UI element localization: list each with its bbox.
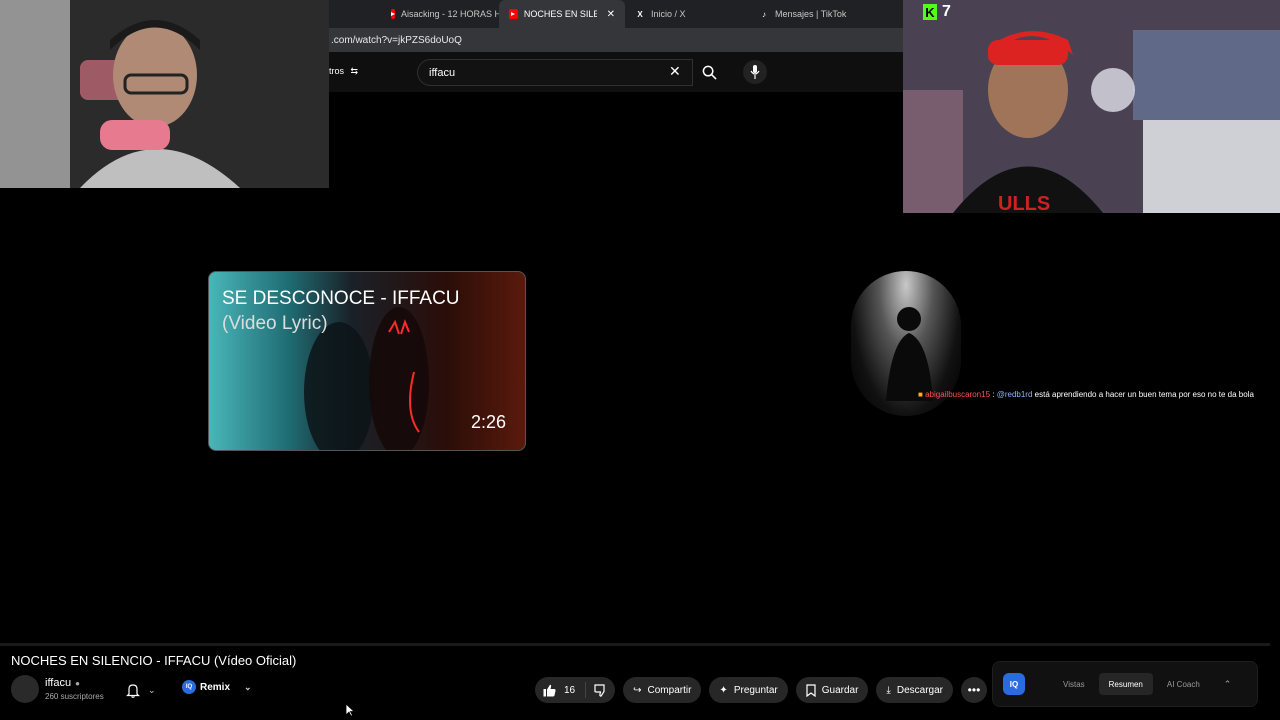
remix-button[interactable]: IQ Remix ⌄	[182, 680, 252, 694]
sliders-icon: ⇆	[350, 66, 359, 76]
tab-vistas[interactable]: Vistas	[1053, 673, 1095, 695]
filters-button[interactable]: tros ⇆	[329, 66, 358, 77]
extension-panel: IQ Vistas Resumen AI Coach ⌃	[992, 661, 1258, 707]
thumbs-up-icon	[543, 684, 556, 696]
chevron-down-icon: ⌄	[244, 681, 252, 692]
video-title: NOCHES EN SILENCIO - IFFACU (Vídeo Ofici…	[11, 653, 297, 668]
more-options-button[interactable]: •••	[960, 677, 987, 703]
ask-label: Preguntar	[733, 684, 778, 696]
tab-label: Inicio / X	[651, 9, 686, 19]
download-icon: ⤓	[886, 684, 891, 696]
browser-tab-1[interactable]: Aisacking - 12 HORAS HA	[381, 0, 499, 28]
chevron-up-icon[interactable]: ⌃	[1224, 679, 1232, 690]
tab-label: NOCHES EN SILENCIO	[523, 9, 597, 19]
more-icon: •••	[967, 683, 981, 697]
share-icon: ↪	[633, 684, 642, 696]
webcam-scene: ULLS	[903, 0, 1280, 213]
x-icon: X	[637, 9, 643, 19]
chat-message: ■ abigailbuscaron15 : @redb1rd está apre…	[918, 388, 1268, 401]
tab-ai-coach[interactable]: AI Coach	[1157, 673, 1210, 695]
kick-viewer-badge: K 7	[923, 3, 951, 21]
tab-label: Mensajes | TikTok	[775, 9, 847, 19]
video-thumbnail[interactable]: SE DESCONOCE - IFFACU (Video Lyric) 2:26	[208, 271, 526, 451]
share-button[interactable]: ↪ Compartir	[623, 677, 702, 703]
viewer-count: 7	[942, 3, 951, 20]
dislike-button[interactable]	[586, 683, 615, 697]
channel-name[interactable]: iffacu	[45, 677, 71, 689]
microphone-icon	[750, 65, 760, 79]
chat-mention: @redb1rd	[996, 390, 1033, 399]
address-bar[interactable]: .com/watch?v=jkPZS6doUoQ	[329, 28, 903, 52]
video-progress-bar[interactable]	[0, 643, 1270, 646]
search-input[interactable]: iffacu	[417, 59, 693, 86]
browser-tab-bar: Aisacking - 12 HORAS HA NOCHES EN SILENC…	[329, 0, 903, 28]
like-dislike-group: 16	[535, 677, 616, 703]
chat-username: abigailbuscaron15	[925, 390, 991, 399]
close-icon[interactable]: ✕	[607, 9, 615, 20]
browser-tab-3[interactable]: X Inicio / X	[625, 0, 749, 28]
search-value: iffacu	[429, 66, 456, 79]
thumbnail-subtitle: (Video Lyric)	[222, 313, 328, 334]
chat-badge-icon: ■	[918, 390, 923, 399]
webcam-scene	[0, 0, 329, 188]
tab-resumen[interactable]: Resumen	[1098, 673, 1153, 695]
browser-tab-2[interactable]: NOCHES EN SILENCIO ✕	[499, 0, 625, 28]
svg-text:ULLS: ULLS	[998, 193, 1050, 213]
video-actions: 16 ↪ Compartir ✦ Preguntar Guardar ⤓ Des…	[535, 677, 987, 703]
search-icon	[702, 65, 717, 80]
channel-avatar[interactable]	[11, 675, 39, 703]
iq-icon: IQ	[182, 680, 196, 694]
kick-logo-icon: K	[923, 4, 937, 20]
chat-separator: :	[992, 390, 995, 399]
sparkle-icon: ✦	[719, 684, 728, 696]
youtube-header: tros ⇆ iffacu ✕	[329, 52, 903, 92]
verified-icon: ●	[75, 678, 80, 688]
thumbnail-duration: 2:26	[471, 412, 507, 432]
like-button[interactable]: 16	[535, 682, 587, 698]
url-text: .com/watch?v=jkPZS6doUoQ	[331, 34, 462, 46]
tiktok-icon: ♪	[762, 9, 766, 19]
streamer-webcam-left	[0, 0, 329, 188]
youtube-icon	[391, 9, 395, 19]
voice-search-button[interactable]	[743, 60, 767, 84]
youtube-icon	[509, 9, 518, 19]
download-button[interactable]: ⤓ Descargar	[876, 677, 953, 703]
save-button[interactable]: Guardar	[795, 677, 869, 703]
like-count: 16	[564, 684, 576, 696]
ask-button[interactable]: ✦ Preguntar	[709, 677, 788, 703]
filters-label: tros	[329, 66, 345, 76]
subscriber-count: 260 suscriptores	[45, 692, 104, 701]
tab-label: Aisacking - 12 HORAS HA	[401, 9, 499, 19]
browser-tab-4[interactable]: ♪ Mensajes | TikTok	[749, 0, 869, 28]
notifications-button[interactable]: ⌄	[126, 677, 156, 703]
channel-name-row[interactable]: iffacu ●	[45, 677, 80, 689]
iq-logo-icon[interactable]: IQ	[1003, 673, 1025, 695]
clear-search-icon[interactable]: ✕	[669, 64, 681, 78]
chat-text: está aprendiendo a hacer un buen tema po…	[1034, 390, 1254, 399]
bell-icon	[126, 683, 140, 698]
bookmark-icon	[806, 683, 816, 697]
search-button[interactable]	[695, 59, 723, 86]
thumbnail-title: SE DESCONOCE - IFFACU	[222, 288, 460, 309]
streamer-webcam-right: ULLS K 7	[903, 0, 1280, 213]
thumbs-down-icon	[594, 683, 605, 697]
chevron-down-icon: ⌄	[148, 684, 156, 695]
save-label: Guardar	[821, 684, 859, 696]
mouse-cursor-icon	[345, 703, 355, 717]
share-label: Compartir	[647, 684, 692, 696]
remix-label: Remix	[200, 681, 231, 693]
extension-tabs: Vistas Resumen AI Coach	[1033, 673, 1210, 695]
download-label: Descargar	[896, 684, 943, 696]
